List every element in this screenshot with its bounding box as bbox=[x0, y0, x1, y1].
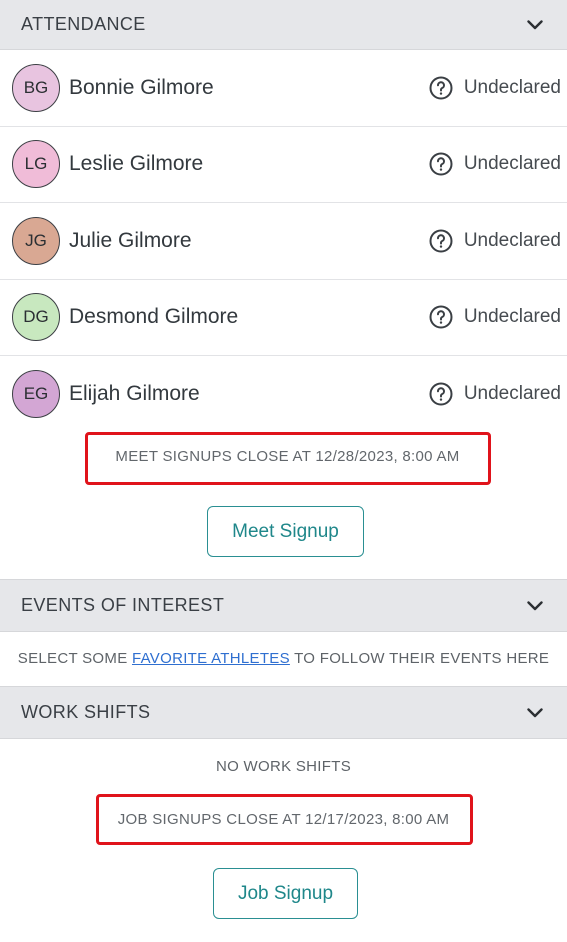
attendance-header[interactable]: ATTENDANCE bbox=[0, 0, 567, 50]
attendance-status[interactable]: Undeclared bbox=[429, 305, 561, 329]
status-label: Undeclared bbox=[463, 306, 561, 328]
favorite-athletes-link[interactable]: FAVORITE ATHLETES bbox=[132, 650, 290, 667]
events-title: EVENTS OF INTEREST bbox=[21, 595, 225, 615]
work-shifts-title: WORK SHIFTS bbox=[21, 702, 151, 722]
athlete-name: Julie Gilmore bbox=[69, 228, 192, 252]
athlete-row[interactable]: LG Leslie Gilmore Undeclared bbox=[0, 127, 567, 203]
job-signup-button[interactable]: Job Signup bbox=[213, 868, 358, 919]
question-circle-icon bbox=[429, 305, 453, 329]
avatar: LG bbox=[12, 140, 60, 189]
athlete-row[interactable]: EG Elijah Gilmore Undeclared bbox=[0, 356, 567, 433]
events-empty-message: SELECT SOME FAVORITE ATHLETES TO FOLLOW … bbox=[0, 650, 567, 667]
question-circle-icon bbox=[429, 152, 453, 176]
question-circle-icon bbox=[429, 382, 453, 406]
status-label: Undeclared bbox=[463, 229, 561, 251]
athlete-list: BG Bonnie Gilmore Undeclared LG Leslie Gilmo… bbox=[0, 50, 567, 433]
avatar: EG bbox=[12, 370, 60, 419]
avatar: DG bbox=[12, 293, 60, 342]
question-circle-icon bbox=[429, 76, 453, 100]
athlete-name: Desmond Gilmore bbox=[69, 305, 239, 329]
question-circle-icon bbox=[429, 229, 453, 253]
athlete-name: Elijah Gilmore bbox=[69, 382, 200, 406]
attendance-title: ATTENDANCE bbox=[21, 14, 146, 34]
status-label: Undeclared bbox=[463, 383, 561, 405]
avatar: BG bbox=[12, 63, 60, 112]
avatar: JG bbox=[12, 216, 60, 265]
chevron-down-icon[interactable] bbox=[525, 596, 545, 616]
athlete-row[interactable]: JG Julie Gilmore Undeclared bbox=[0, 203, 567, 280]
chevron-down-icon[interactable] bbox=[525, 703, 545, 723]
work-shifts-header[interactable]: WORK SHIFTS bbox=[0, 686, 567, 739]
job-notice-highlight bbox=[96, 794, 473, 845]
attendance-status[interactable]: Undeclared bbox=[429, 152, 561, 176]
athlete-row[interactable]: DG Desmond Gilmore Undeclared bbox=[0, 280, 567, 356]
events-text-after: TO FOLLOW THEIR EVENTS HERE bbox=[289, 650, 550, 667]
athlete-name: Leslie Gilmore bbox=[69, 152, 204, 176]
attendance-status[interactable]: Undeclared bbox=[429, 76, 561, 100]
status-label: Undeclared bbox=[463, 153, 561, 175]
events-text-before: SELECT SOME bbox=[17, 650, 132, 667]
status-label: Undeclared bbox=[463, 76, 561, 98]
athlete-name: Bonnie Gilmore bbox=[69, 75, 214, 99]
meet-signup-button[interactable]: Meet Signup bbox=[207, 506, 364, 557]
attendance-status[interactable]: Undeclared bbox=[429, 382, 561, 406]
chevron-down-icon[interactable] bbox=[525, 15, 545, 35]
meet-notice-highlight bbox=[85, 432, 491, 485]
events-header[interactable]: EVENTS OF INTEREST bbox=[0, 579, 567, 632]
athlete-row[interactable]: BG Bonnie Gilmore Undeclared bbox=[0, 50, 567, 127]
no-work-shifts-text: NO WORK SHIFTS bbox=[215, 758, 352, 775]
attendance-status[interactable]: Undeclared bbox=[429, 229, 561, 253]
